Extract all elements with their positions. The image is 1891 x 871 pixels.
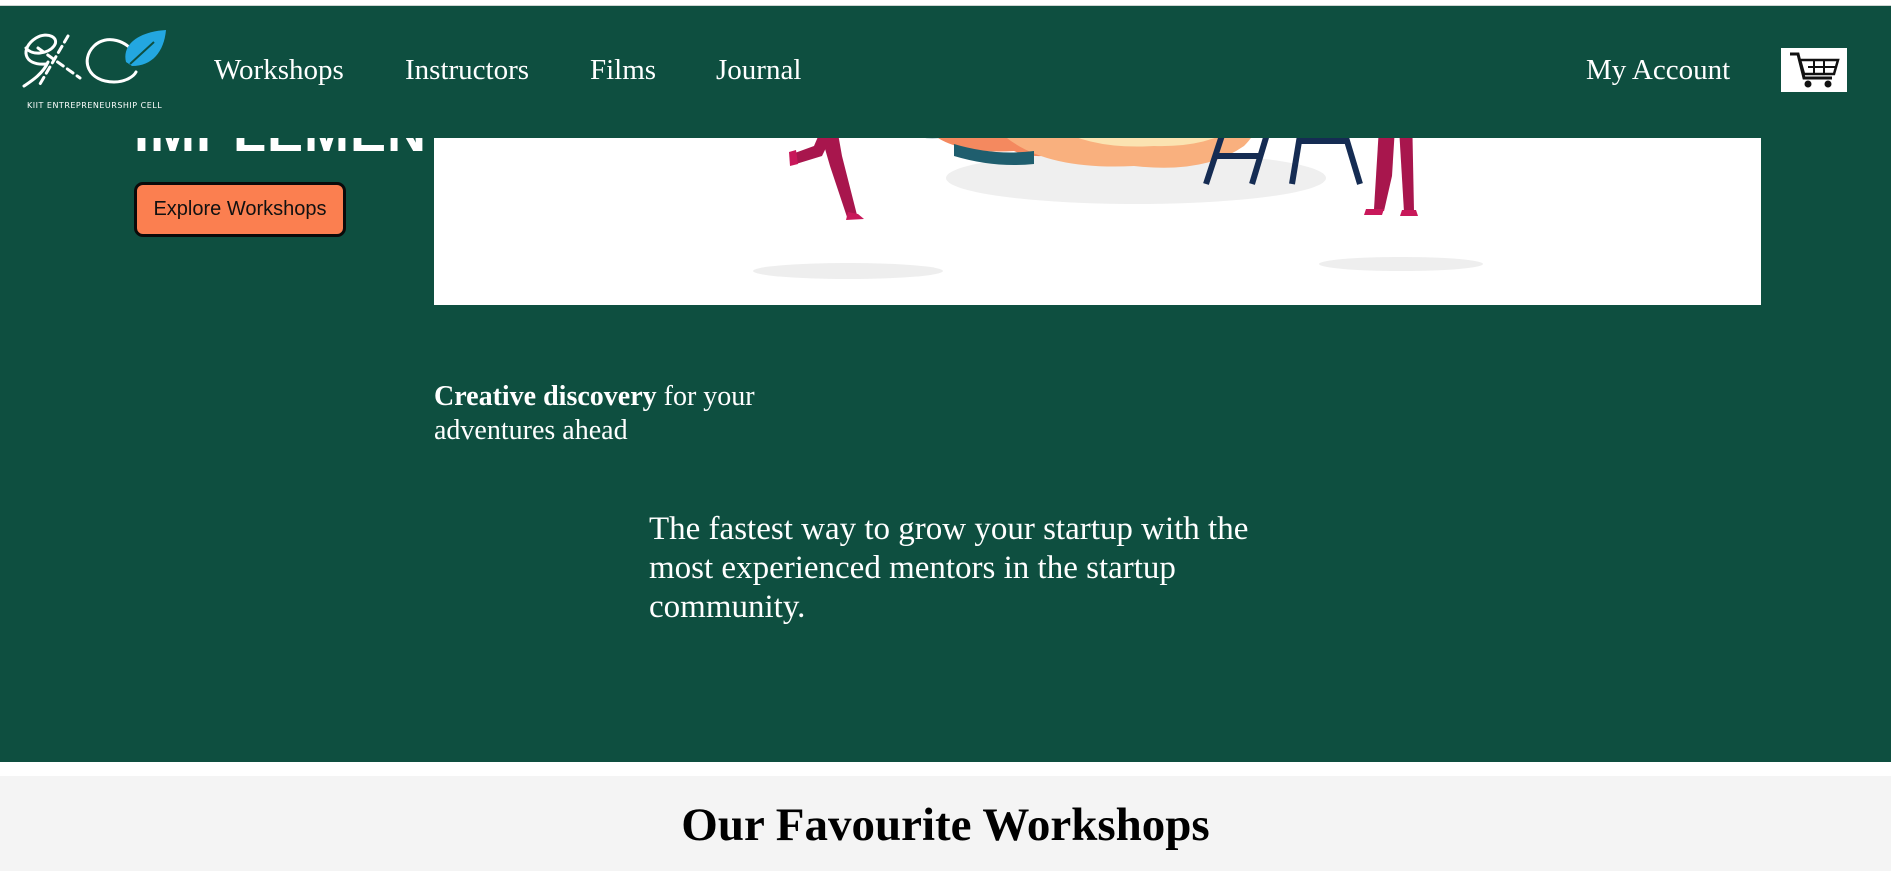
hero-tagline: Creative discovery for your adventures a…	[434, 380, 774, 448]
section-title: Our Favourite Workshops	[681, 799, 1210, 851]
hero-illustration	[434, 116, 1761, 305]
illustration-image	[753, 116, 1483, 279]
nav-instructors[interactable]: Instructors	[405, 54, 529, 87]
nav-films[interactable]: Films	[590, 54, 656, 87]
nav-workshops[interactable]: Workshops	[214, 54, 344, 87]
site-header: KIIT ENTREPRENEURSHIP CELL Workshops Ins…	[0, 6, 1891, 138]
hero-description: The fastest way to grow your startup wit…	[649, 511, 1249, 625]
cart-button[interactable]	[1781, 48, 1847, 92]
my-account-link[interactable]: My Account	[1586, 54, 1730, 87]
favourite-workshops-section: Our Favourite Workshops	[0, 762, 1891, 871]
logo-mark-icon	[22, 30, 166, 88]
ecell-logo[interactable]: KIIT ENTREPRENEURSHIP CELL	[18, 26, 170, 118]
logo-subtitle: KIIT ENTREPRENEURSHIP CELL	[27, 101, 163, 110]
explore-workshops-button[interactable]: Explore Workshops	[134, 182, 346, 237]
tagline-bold: Creative discovery	[434, 381, 657, 412]
nav-journal[interactable]: Journal	[716, 54, 801, 87]
cart-icon	[1790, 52, 1840, 88]
